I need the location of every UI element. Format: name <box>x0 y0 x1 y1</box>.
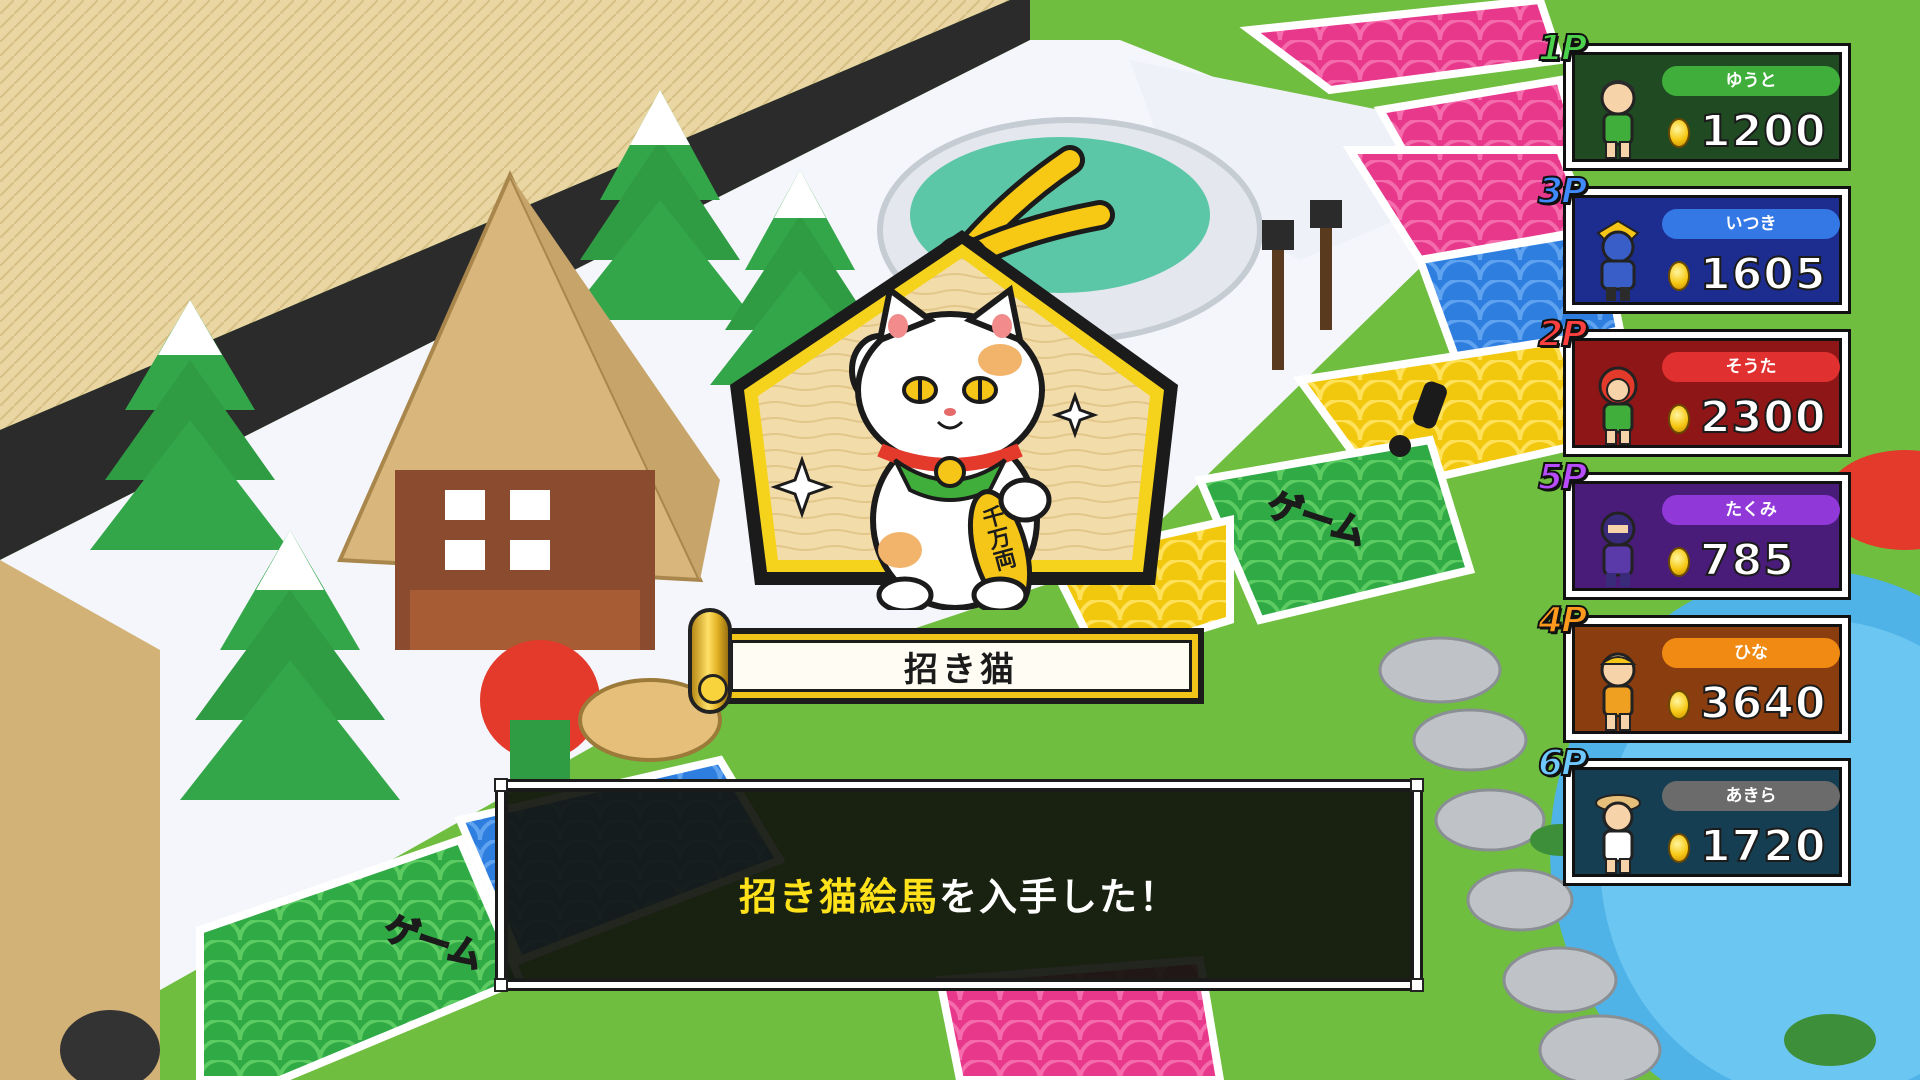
player-tag: 2P <box>1537 313 1588 356</box>
message-rest: を入手した！ <box>939 875 1180 919</box>
player-card: 3P いつき 1605 <box>1537 170 1848 311</box>
coin-icon <box>1668 118 1690 148</box>
player-tag: 5P <box>1537 456 1588 499</box>
player-card: 1P ゆうと 1200 <box>1537 27 1848 168</box>
frame-corner <box>1410 778 1424 792</box>
item-name-banner: 招き猫 <box>688 608 1208 714</box>
coin-icon <box>1668 404 1690 434</box>
player-avatar <box>1588 648 1648 732</box>
coin-icon <box>1668 547 1690 577</box>
player-score: 1200 <box>1699 105 1827 158</box>
coin-icon <box>1668 833 1690 863</box>
message-dialog[interactable]: 招き猫絵馬を入手した！ <box>494 778 1424 992</box>
frame-corner <box>494 978 508 992</box>
player-card: 2P そうた 2300 <box>1537 313 1848 454</box>
player-score: 2300 <box>1699 391 1827 444</box>
message-text: 招き猫絵馬を入手した！ <box>504 866 1414 921</box>
frame-corner <box>494 778 508 792</box>
player-avatar <box>1588 362 1648 446</box>
player-name: あきら <box>1662 781 1840 811</box>
player-card: 5P たくみ 785 <box>1537 456 1848 597</box>
maneki-neko-icon: 千万両 <box>849 284 1052 610</box>
player-tag: 1P <box>1537 27 1588 70</box>
player-avatar <box>1588 505 1648 589</box>
ema-item-card: 千万両 <box>700 140 1220 610</box>
coin-icon <box>1668 690 1690 720</box>
player-avatar <box>1588 219 1648 303</box>
player-tag: 3P <box>1537 170 1588 213</box>
player-card: 6P あきら 1720 <box>1537 742 1848 883</box>
player-score: 1605 <box>1699 248 1827 301</box>
coin-icon <box>1668 261 1690 291</box>
player-tag: 6P <box>1537 742 1588 785</box>
player-name: ひな <box>1662 638 1840 668</box>
player-card: 4P ひな 3640 <box>1537 599 1848 740</box>
player-name: いつき <box>1662 209 1840 239</box>
player-score: 3640 <box>1699 677 1827 730</box>
item-name-plate: 招き猫 <box>718 628 1204 704</box>
player-score: 785 <box>1699 534 1795 587</box>
player-avatar <box>1588 791 1648 875</box>
item-name: 招き猫 <box>904 649 1018 690</box>
frame-corner <box>1410 978 1424 992</box>
player-avatar <box>1588 76 1648 160</box>
message-item-highlight: 招き猫絵馬 <box>738 875 939 919</box>
player-score: 1720 <box>1699 820 1827 873</box>
scroll-rod <box>688 608 732 714</box>
player-name: ゆうと <box>1662 66 1840 96</box>
player-tag: 4P <box>1537 599 1588 642</box>
player-name: そうた <box>1662 352 1840 382</box>
player-name: たくみ <box>1662 495 1840 525</box>
